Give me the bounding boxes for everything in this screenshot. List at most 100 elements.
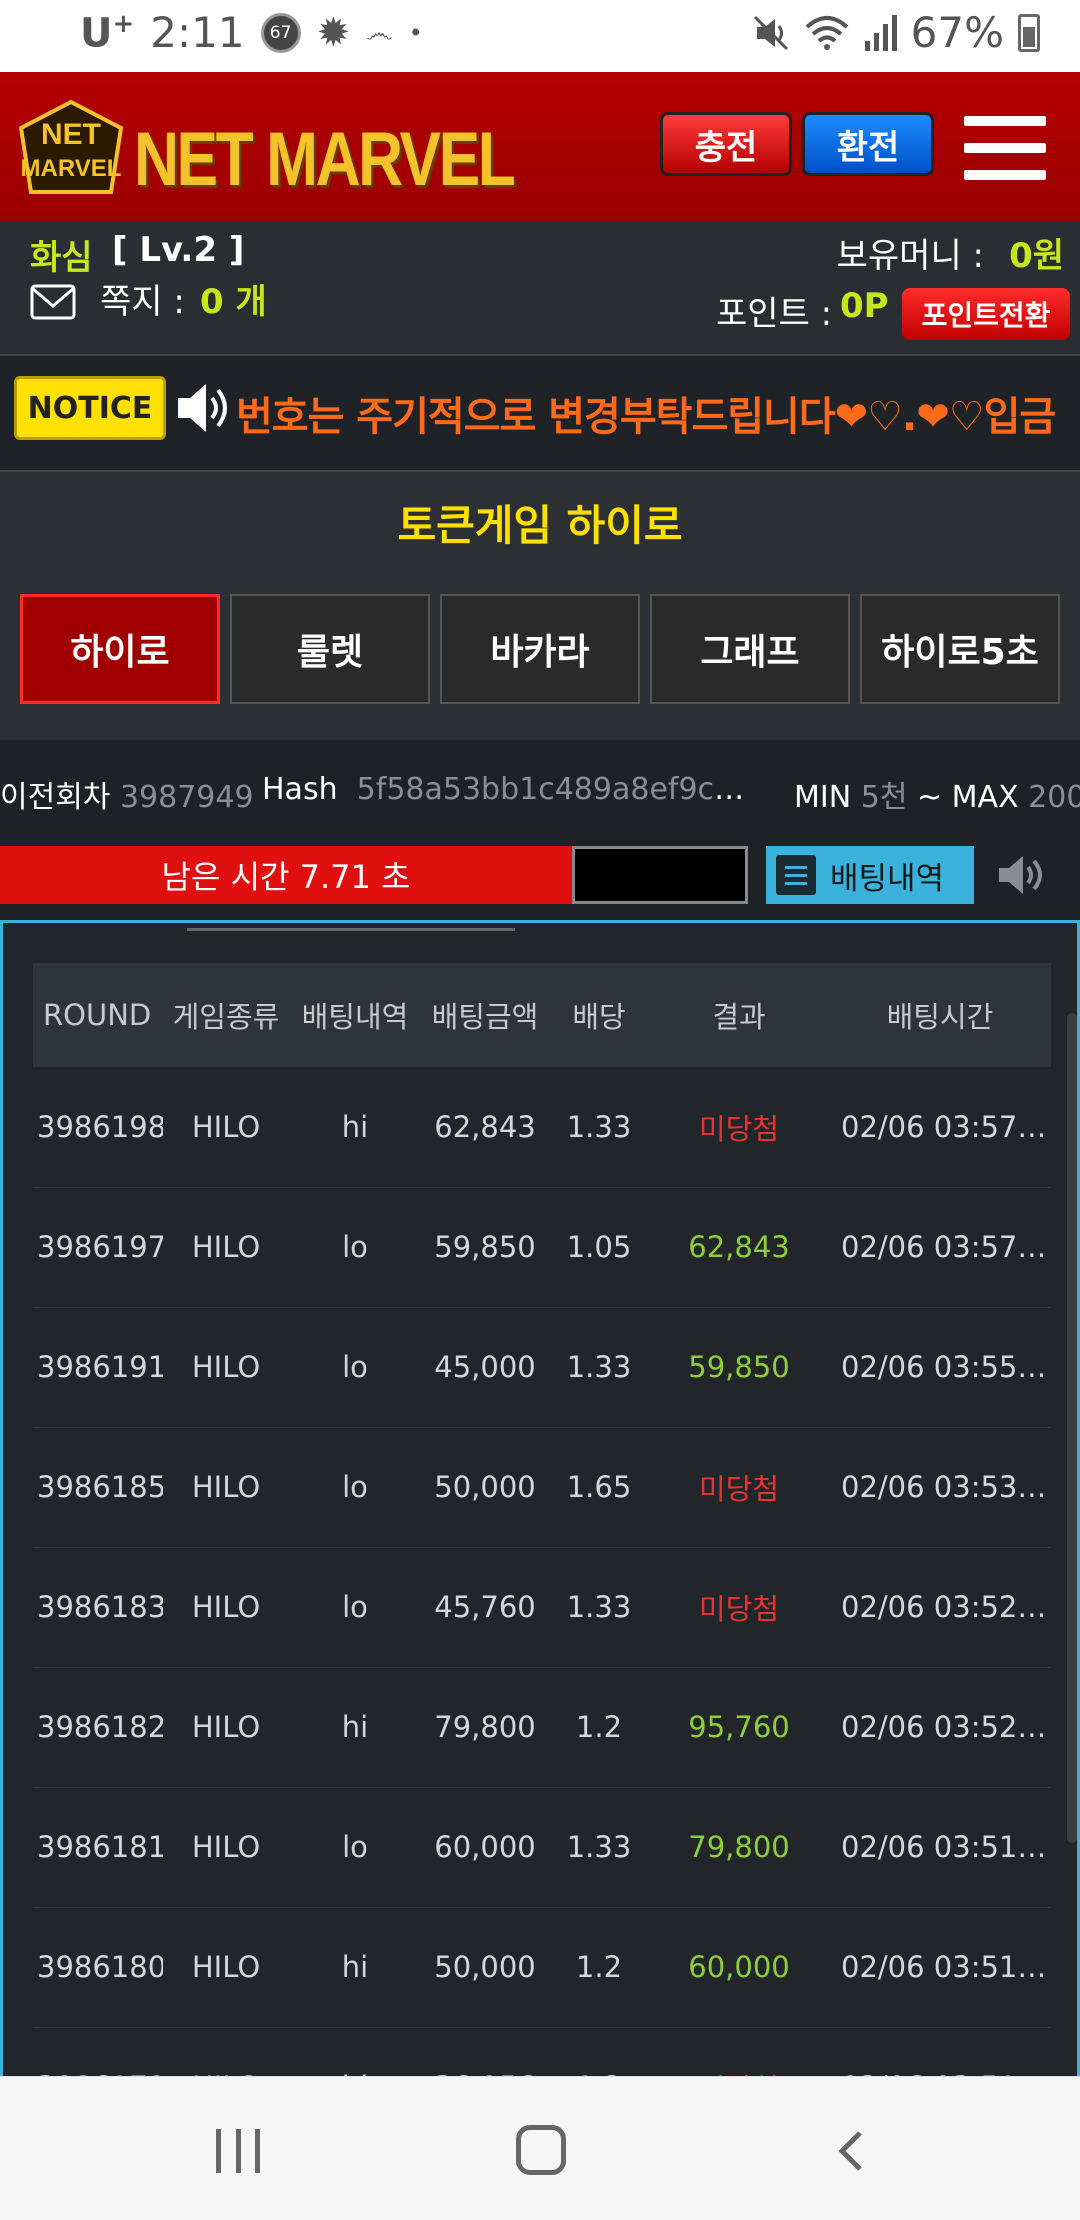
bet-history-table: ROUND 게임종류 배팅내역 배팅금액 배당 결과 배팅시간 3986198 H… xyxy=(33,963,1051,2076)
cell-bet: hi xyxy=(289,2027,421,2076)
cell-amount: 45,760 xyxy=(421,1547,549,1668)
game-title: 토큰게임 하이로 xyxy=(397,501,683,550)
cell-result: 미당첨 xyxy=(649,1427,829,1548)
cell-time: 02/06 03:51… xyxy=(829,2027,1051,2076)
table-row[interactable]: 3986185 HILO lo 50,000 1.65 미당첨 02/06 03:53… xyxy=(33,1427,1051,1548)
cell-odds: 1.33 xyxy=(549,1307,649,1428)
cell-time: 02/06 03:51… xyxy=(829,1907,1051,2028)
cell-odds: 1.65 xyxy=(549,1427,649,1548)
cell-game: HILO xyxy=(163,1907,289,2028)
cell-game: HILO xyxy=(163,1187,289,1308)
cell-result: 미당첨 xyxy=(649,1067,829,1188)
cell-bet: hi xyxy=(289,1067,421,1188)
cell-round: 3986198 xyxy=(33,1067,163,1188)
bet-limits: MIN 5천 ~ MAX 200만 xyxy=(794,780,1080,815)
cell-time: 02/06 03:52… xyxy=(829,1667,1051,1788)
sound-icon[interactable] xyxy=(996,852,1046,898)
nav-home-icon[interactable] xyxy=(516,2125,566,2175)
remaining-time: 남은 시간 7.71 초 xyxy=(0,846,572,904)
cell-time: 02/06 03:52… xyxy=(829,1547,1051,1668)
cell-game: HILO xyxy=(163,1427,289,1548)
col-bet-time: 배팅시간 xyxy=(886,1000,994,1034)
cell-amount: 50,000 xyxy=(421,1427,549,1548)
signal-icon xyxy=(864,14,897,51)
table-header-row: ROUND 게임종류 배팅내역 배팅금액 배당 결과 배팅시간 xyxy=(33,963,1051,1067)
tab-graph[interactable]: 그래프 xyxy=(650,594,850,704)
panel-tab-indicator xyxy=(187,923,515,931)
tab-roulette[interactable]: 룰렛 xyxy=(230,594,430,704)
cell-result: 60,000 xyxy=(649,1907,829,2028)
cell-odds: 1.05 xyxy=(549,1187,649,1308)
charge-button[interactable]: 충전 xyxy=(660,112,792,176)
cell-amount: 79,800 xyxy=(421,1667,549,1788)
previous-round: 이전회차 3987949 xyxy=(0,780,254,815)
status-right: 67% xyxy=(751,8,1040,57)
table-scrollbar[interactable] xyxy=(1067,1013,1077,1843)
cell-result: 59,850 xyxy=(649,1307,829,1428)
logo-emblem[interactable]: NET MARVEL xyxy=(16,100,126,200)
cell-time: 02/06 03:55… xyxy=(829,1307,1051,1428)
cell-amount: 36,956 xyxy=(421,2027,549,2076)
hash-info: Hash 5f58a53bb1c489a8ef9c6a… xyxy=(262,772,762,807)
cell-result: 62,843 xyxy=(649,1187,829,1308)
point-convert-button[interactable]: 포인트전환 xyxy=(902,288,1070,340)
battery-percent: 67% xyxy=(910,8,1004,57)
table-body: 3986198 HILO hi 62,843 1.33 미당첨 02/06 03:57… 39… xyxy=(33,1067,1051,2076)
bet-history-panel: ROUND 게임종류 배팅내역 배팅금액 배당 결과 배팅시간 3986198 H… xyxy=(0,920,1080,2076)
mail-icon[interactable] xyxy=(30,284,76,320)
message-label[interactable]: 쪽지 : xyxy=(100,274,185,323)
notice-text: 번호는 주기적으로 변경부탁드립니다❤♡.❤♡입금 xyxy=(236,394,1056,440)
cell-odds: 1.33 xyxy=(549,1067,649,1188)
cell-bet: lo xyxy=(289,1427,421,1548)
cell-round: 3986185 xyxy=(33,1427,163,1548)
table-row[interactable]: 3986182 HILO hi 79,800 1.2 95,760 02/06 03:52… xyxy=(33,1667,1051,1788)
user-level: [ Lv.2 ] xyxy=(112,230,245,270)
table-row[interactable]: 3986198 HILO hi 62,843 1.33 미당첨 02/06 03:57… xyxy=(33,1067,1051,1188)
tab-baccarat[interactable]: 바카라 xyxy=(440,594,640,704)
app-root: U+ 2:11 67 ✹ ෴ • 67% NET MARVEL NET MARV… xyxy=(0,0,1080,2220)
nav-recent-icon[interactable] xyxy=(216,2129,260,2173)
message-count[interactable]: 0 개 xyxy=(200,274,267,323)
cell-result: 미당첨 xyxy=(649,1547,829,1668)
brand-logo-text[interactable]: NET MARVEL xyxy=(134,116,516,203)
cell-amount: 45,000 xyxy=(421,1307,549,1428)
status-left: U+ 2:11 67 ✹ ෴ • xyxy=(80,8,423,57)
menu-icon[interactable] xyxy=(964,116,1046,180)
cell-result: 79,800 xyxy=(649,1787,829,1908)
cell-amount: 60,000 xyxy=(421,1787,549,1908)
timer-progress-box xyxy=(572,846,748,904)
table-row[interactable]: 3986191 HILO lo 45,000 1.33 59,850 02/06 03:55… xyxy=(33,1307,1051,1428)
table-row[interactable]: 3986197 HILO lo 59,850 1.05 62,843 02/06 03:57… xyxy=(33,1187,1051,1308)
tab-hilo-5s[interactable]: 하이로5초 xyxy=(860,594,1060,704)
wifi-icon xyxy=(805,15,848,50)
balance-value: 0원 xyxy=(1009,236,1064,276)
cell-round: 3986181 xyxy=(33,1787,163,1908)
cell-odds: 1.33 xyxy=(549,1547,649,1668)
notice-badge: NOTICE xyxy=(14,376,166,440)
cell-bet: lo xyxy=(289,1547,421,1668)
cell-odds: 1.33 xyxy=(549,1787,649,1908)
game-tabs: 하이로 룰렛 바카라 그래프 하이로5초 xyxy=(20,594,1060,704)
timer-bar: 남은 시간 7.71 초 배팅내역 xyxy=(0,846,1080,904)
cell-time: 02/06 03:57… xyxy=(829,1067,1051,1188)
cell-round: 3986183 xyxy=(33,1547,163,1668)
status-bar: U+ 2:11 67 ✹ ෴ • 67% xyxy=(0,0,1080,72)
table-row[interactable]: 3986179HILOhi36,9561.2미당첨02/06 03:51… xyxy=(33,2027,1051,2076)
cell-bet: lo xyxy=(289,1307,421,1428)
cell-round: 3986197 xyxy=(33,1187,163,1308)
nav-back-icon[interactable] xyxy=(830,2129,874,2173)
cell-round: 3986191 xyxy=(33,1307,163,1428)
cell-result: 95,760 xyxy=(649,1667,829,1788)
bet-history-button[interactable]: 배팅내역 xyxy=(766,846,974,904)
cell-bet: hi xyxy=(289,1907,421,2028)
cell-bet: lo xyxy=(289,1187,421,1308)
game-section: 토큰게임 하이로 하이로 룰렛 바카라 그래프 하이로5초 xyxy=(0,472,1080,740)
android-nav-bar xyxy=(0,2076,1080,2220)
tab-hilo[interactable]: 하이로 xyxy=(20,594,220,704)
table-row[interactable]: 3986183 HILO lo 45,760 1.33 미당첨 02/06 03:52… xyxy=(33,1547,1051,1668)
cell-game: HILO xyxy=(163,1667,289,1788)
svg-text:NET: NET xyxy=(41,118,101,151)
exchange-button[interactable]: 환전 xyxy=(802,112,934,176)
table-row[interactable]: 3986180 HILO hi 50,000 1.2 60,000 02/06 03:51… xyxy=(33,1907,1051,2028)
table-row[interactable]: 3986181 HILO lo 60,000 1.33 79,800 02/06 03:51… xyxy=(33,1787,1051,1908)
